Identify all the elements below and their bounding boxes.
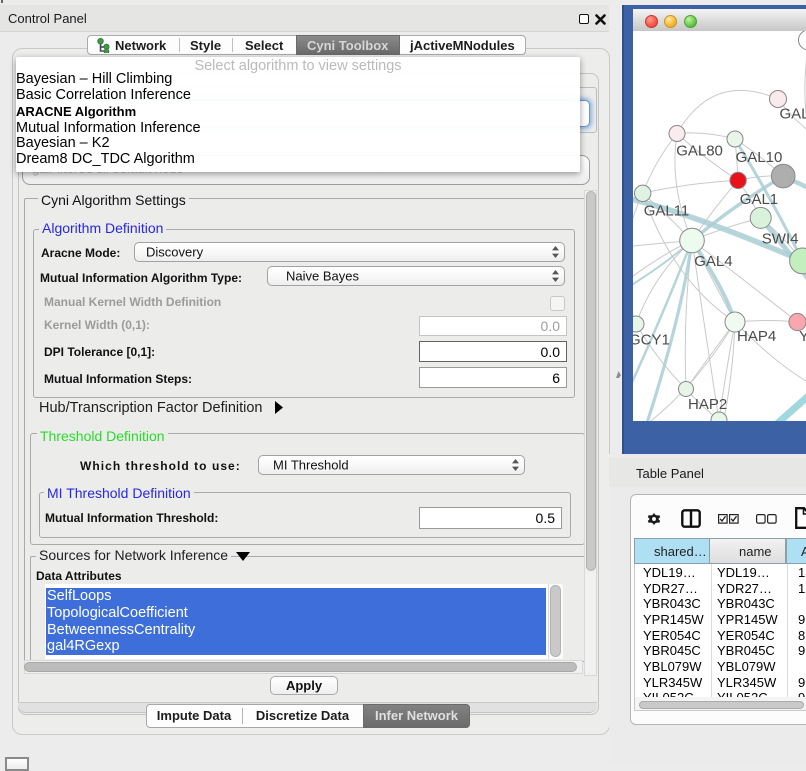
svg-text:Y: Y [799,328,806,345]
svg-text:GAL4: GAL4 [694,253,732,270]
svg-text:GAL: GAL [780,106,806,123]
svg-text:GAL11: GAL11 [644,203,690,220]
svg-text:HAP4: HAP4 [737,328,776,345]
svg-text:GAL10: GAL10 [736,149,783,166]
svg-text:GCY1: GCY1 [633,331,670,348]
svg-text:HAP2: HAP2 [688,396,727,413]
svg-text:GAL1: GAL1 [740,191,778,208]
svg-text:SWI4: SWI4 [762,231,799,248]
svg-text:GAL80: GAL80 [676,142,723,159]
